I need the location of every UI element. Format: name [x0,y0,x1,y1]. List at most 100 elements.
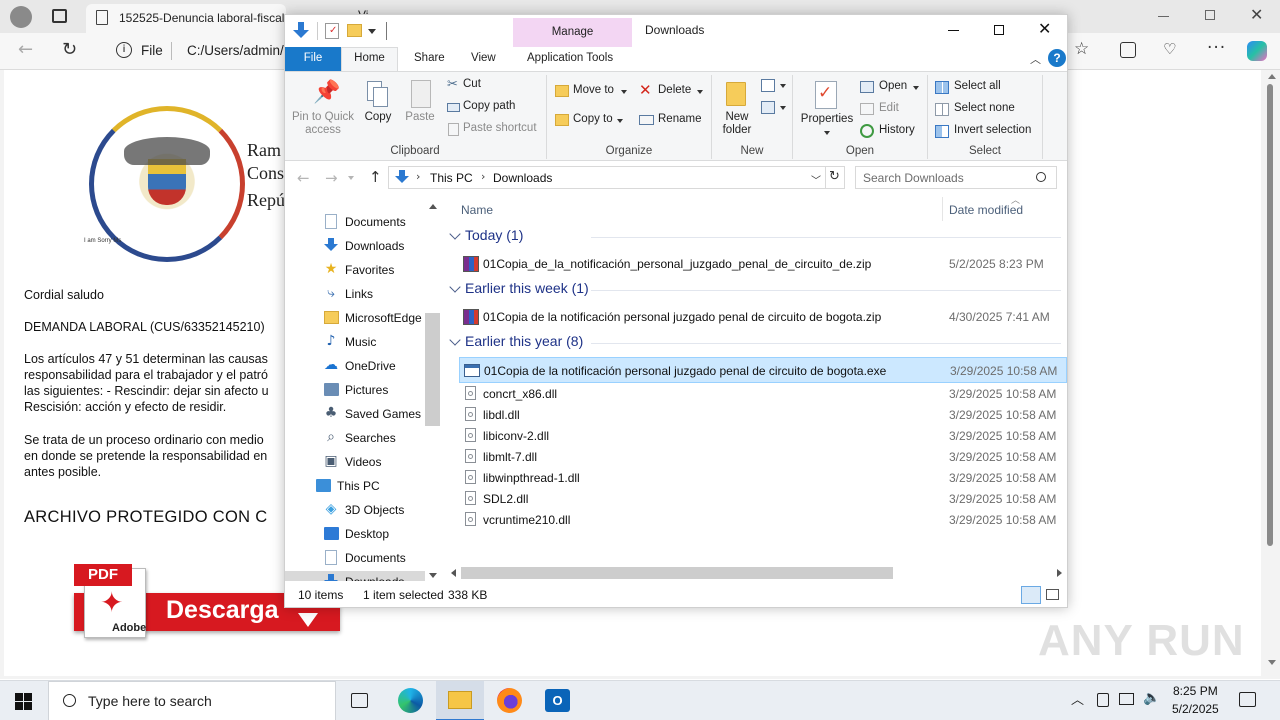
file-explorer-taskbar-button[interactable] [436,681,484,720]
file-row[interactable]: 01Copia_de_la_notificación_personal_juzg… [459,251,1067,277]
customize-quick-access-icon[interactable] [368,29,376,34]
profile-avatar-icon[interactable] [10,6,32,28]
network-icon[interactable] [1119,693,1134,705]
details-view-icon[interactable] [1021,586,1041,604]
breadcrumb-this-pc[interactable]: This PC [430,171,473,185]
new-folder-button[interactable]: New folder [715,76,759,142]
extensions-icon[interactable]: ♡ [1163,40,1176,58]
file-row[interactable]: libmlt-7.dll 3/29/2025 10:58 AM [459,447,1067,467]
maximize-icon[interactable] [994,25,1004,35]
back-arrow-icon[interactable]: ← [18,39,33,60]
task-view-icon[interactable] [351,693,368,708]
history-button[interactable]: History [859,122,925,140]
breadcrumb-downloads[interactable]: Downloads [493,171,552,185]
horizontal-scroll-thumb[interactable] [461,567,893,579]
nav-item-favorites[interactable]: ★ Favorites [285,259,425,281]
delete-button[interactable]: ✕ Delete [637,81,709,100]
nav-item-downloads[interactable]: Downloads [285,571,425,581]
tab-file[interactable]: File [285,47,341,71]
select-all-button[interactable]: Select all [935,78,1045,96]
properties-quick-icon[interactable]: ✓ [325,23,339,39]
nav-item-onedrive[interactable]: ☁ OneDrive [285,355,425,377]
tab-application-tools[interactable]: Application Tools [527,52,613,64]
recent-locations-icon[interactable] [348,176,354,180]
up-arrow-icon[interactable]: ↑ [369,168,382,186]
nav-item-this-pc[interactable]: This PC [285,475,425,497]
file-row[interactable]: libwinpthread-1.dll 3/29/2025 10:58 AM [459,468,1067,488]
cut-button[interactable]: ✂ Cut [445,77,535,95]
pin-quick-access-button[interactable]: 📌 Pin to Quick access [289,77,357,141]
window-close-icon[interactable]: ✕ [1250,6,1264,24]
new-folder-quick-icon[interactable] [347,24,362,37]
properties-button[interactable]: ✓ Properties [797,76,857,142]
file-row[interactable]: libiconv-2.dll 3/29/2025 10:58 AM [459,426,1067,446]
volume-icon[interactable]: 🔈 [1143,690,1160,706]
nav-item-documents[interactable]: Documents [285,211,425,233]
show-hidden-icons-icon[interactable]: ︿ [1071,689,1084,708]
nav-item-saved-games[interactable]: ♣ Saved Games [285,403,425,425]
rename-button[interactable]: Rename [637,111,709,129]
file-row[interactable]: concrt_x86.dll 3/29/2025 10:58 AM [459,384,1067,404]
tab-home[interactable]: Home [341,47,398,72]
nav-item-pictures[interactable]: Pictures [285,379,425,401]
collapse-ribbon-icon[interactable]: ︿ [1030,51,1041,67]
select-none-button[interactable]: Select none [935,100,1045,118]
favorite-star-icon[interactable]: ☆ [1074,39,1089,59]
column-header-name[interactable]: Name [461,203,493,217]
start-button[interactable] [0,681,48,720]
copy-path-button[interactable]: Copy path [445,99,535,117]
nav-item-desktop[interactable]: Desktop [285,523,425,545]
minimize-icon[interactable] [948,30,959,31]
copy-button[interactable]: Copy [359,77,397,129]
nav-item-3d-objects[interactable]: ◈ 3D Objects [285,499,425,521]
forward-arrow-icon[interactable]: → [325,169,338,187]
clock-date[interactable]: 5/2/2025 [1172,702,1219,716]
nav-scroll-thumb[interactable] [425,313,440,426]
file-row[interactable]: libdl.dll 3/29/2025 10:58 AM [459,405,1067,425]
refresh-button[interactable]: ↻ [825,166,845,189]
window-restore-icon[interactable] [1205,10,1215,20]
file-row[interactable]: SDL2.dll 3/29/2025 10:58 AM [459,489,1067,509]
new-item-icon[interactable] [761,79,775,92]
browser-scroll-thumb[interactable] [1267,84,1273,546]
address-bar[interactable]: › This PC › Downloads ﹀ [388,166,826,189]
easy-access-icon[interactable] [761,101,775,114]
large-icons-view-icon[interactable] [1046,589,1059,600]
nav-scrollbar[interactable] [425,195,441,581]
invert-selection-button[interactable]: Invert selection [935,122,1055,140]
taskbar-search-box[interactable]: Type here to search [48,681,336,720]
security-icon[interactable] [1097,693,1109,707]
clock-time[interactable]: 8:25 PM [1173,684,1218,698]
tab-actions-icon[interactable] [52,9,67,23]
firefox-icon[interactable] [497,688,522,713]
nav-item-downloads[interactable]: Downloads [285,235,425,257]
nav-item-links[interactable]: ⤷ Links [285,283,425,305]
edit-button[interactable]: Edit [859,100,925,118]
tab-view[interactable]: View [471,52,496,64]
outlook-icon[interactable]: O [545,689,570,712]
address-bar[interactable]: C:/Users/admin/ [187,43,284,58]
browser-scrollbar[interactable] [1261,70,1280,679]
file-row[interactable]: 01Copia de la notificación personal juzg… [459,357,1067,383]
open-button[interactable]: Open [859,78,925,96]
horizontal-scrollbar[interactable] [445,565,1067,581]
info-icon[interactable]: i [116,42,132,58]
copy-to-button[interactable]: Copy to [553,111,629,129]
more-menu-icon[interactable]: ··· [1207,38,1226,58]
nav-item-music[interactable]: ♪ Music [285,331,425,353]
paste-button[interactable]: Paste [401,77,439,129]
address-dropdown-icon[interactable]: ﹀ [811,172,821,187]
browser-tab-active[interactable]: 152525-Denuncia laboral-fiscal [86,4,286,33]
nav-item-videos[interactable]: ▣ Videos [285,451,425,473]
nav-item-microsoftedge[interactable]: MicrosoftEdge [285,307,425,329]
back-arrow-icon[interactable]: ← [297,169,310,187]
nav-item-searches[interactable]: ⌕ Searches [285,427,425,449]
tab-share[interactable]: Share [414,52,445,64]
notifications-icon[interactable] [1239,692,1256,707]
search-box[interactable]: Search Downloads [855,166,1057,189]
file-row[interactable]: 01Copia de la notificación personal juzg… [459,304,1067,330]
help-icon[interactable]: ? [1048,49,1066,67]
refresh-icon[interactable]: ↻ [62,39,77,60]
close-icon[interactable]: ✕ [1038,19,1051,39]
edge-browser-icon[interactable] [398,688,423,713]
